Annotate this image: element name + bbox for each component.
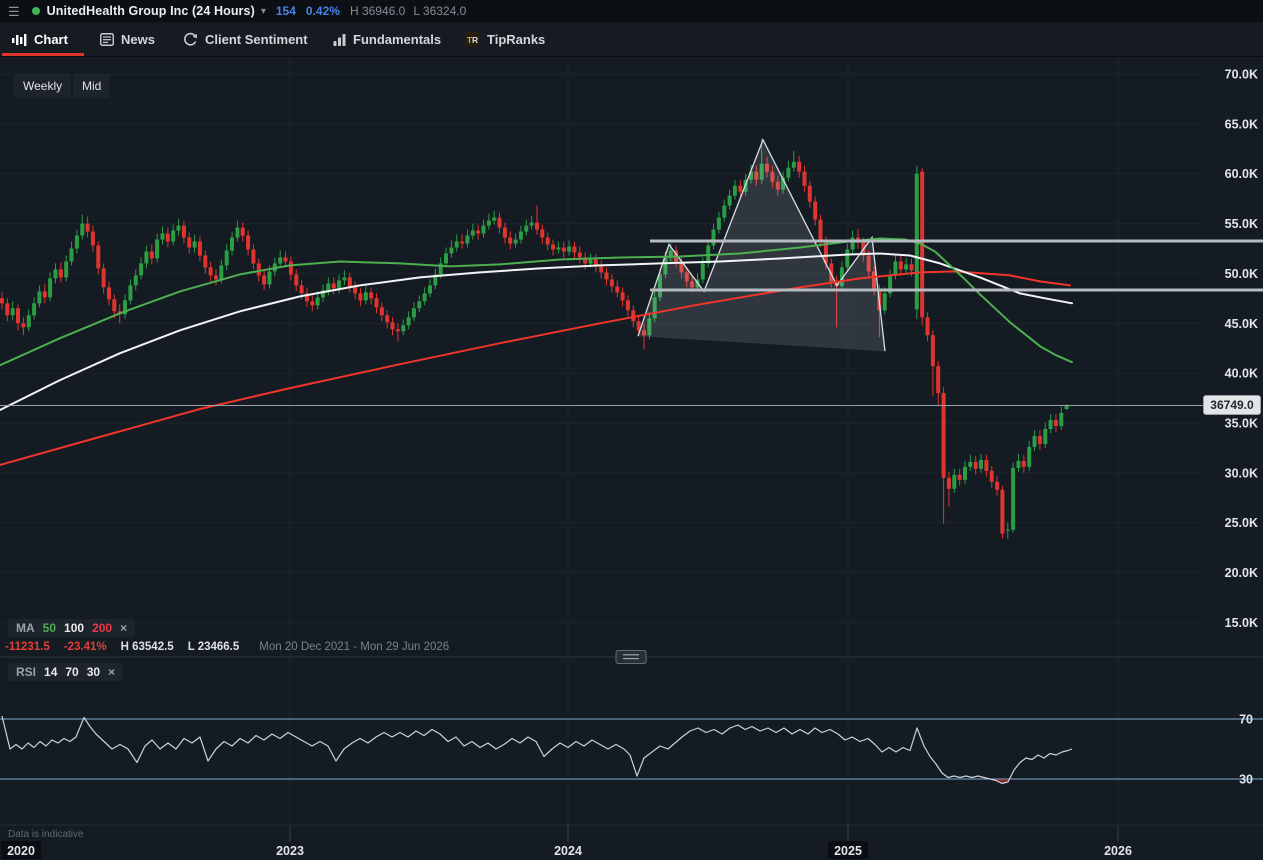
news-icon [100,33,114,46]
svg-text:2020: 2020 [7,844,35,858]
rsi-label: RSI [16,665,36,679]
last-price: 154 [276,4,296,18]
period-change-pct: -23.41% [64,641,107,653]
close-icon[interactable]: × [120,621,127,635]
tab-label: News [121,32,155,47]
instrument-title[interactable]: UnitedHealth Group Inc (24 Hours) [47,4,255,18]
tab-label: Chart [34,32,68,47]
svg-text:70: 70 [1239,713,1253,727]
market-open-dot [32,7,40,15]
svg-text:65.0K: 65.0K [1225,117,1258,131]
close-icon[interactable]: × [108,665,115,679]
current-price-label: 36749.0 [1203,395,1261,415]
svg-text:60.0K: 60.0K [1225,167,1258,181]
svg-text:25.0K: 25.0K [1225,516,1258,530]
tab-fundamentals[interactable]: Fundamentals [333,22,441,57]
price-chart-svg[interactable]: 70.0K 65.0K 60.0K 55.0K 50.0K 45.0K 40.0K 35.0K… [0,57,1263,860]
ma100-param: 100 [64,621,84,635]
svg-text:45.0K: 45.0K [1225,317,1258,331]
svg-text:2025: 2025 [834,844,862,858]
menu-icon[interactable]: ☰ [8,5,20,18]
tab-label: TipRanks [487,32,545,47]
svg-text:2026: 2026 [1104,844,1132,858]
ma-label: MA [16,621,35,635]
rsi-period: 14 [44,665,57,679]
rsi-lower: 30 [87,665,100,679]
date-range: Mon 20 Dec 2021 - Mon 29 Jun 2026 [259,641,449,653]
rsi-upper: 70 [65,665,78,679]
svg-text:15.0K: 15.0K [1225,616,1258,630]
svg-text:40.0K: 40.0K [1225,367,1258,381]
svg-text:20.0K: 20.0K [1225,566,1258,580]
tab-label: Client Sentiment [205,32,308,47]
fundamentals-icon [333,33,346,46]
ma50-param: 50 [43,621,56,635]
period-low: L 23466.5 [188,641,240,653]
tab-news[interactable]: News [100,22,155,57]
rsi-indicator-pill[interactable]: RSI 14 70 30 × [8,663,123,681]
client-sentiment-icon [183,32,198,47]
tab-client-sentiment[interactable]: Client Sentiment [183,22,308,57]
svg-text:30.0K: 30.0K [1225,466,1258,480]
tab-label: Fundamentals [353,32,441,47]
ma-values-row: -11231.5 -23.41% H 63542.5 L 23466.5 Mon… [5,641,449,653]
data-indicative-note: Data is indicative [8,829,84,840]
active-tab-underline [2,53,84,56]
svg-text:30: 30 [1239,773,1253,787]
period-change: -11231.5 [5,641,50,653]
period-high: H 63542.5 [121,641,174,653]
chart-area[interactable]: 70.0K 65.0K 60.0K 55.0K 50.0K 45.0K 40.0K 35.0K… [0,57,1263,860]
top-bar: ☰ UnitedHealth Group Inc (24 Hours) ▾ 15… [0,0,1263,22]
svg-text:55.0K: 55.0K [1225,217,1258,231]
session-high: H 36946.0 [350,4,405,18]
svg-text:50.0K: 50.0K [1225,267,1258,281]
svg-text:70.0K: 70.0K [1225,68,1258,82]
ma-indicator-pill[interactable]: MA 50 100 200 × [8,619,135,637]
svg-text:2024: 2024 [554,844,582,858]
chart-icon [12,33,27,47]
pane-resize-handle[interactable] [616,651,646,664]
interval-weekly-button[interactable]: Weekly [14,74,71,98]
tipranks-icon: TR [465,32,480,47]
svg-text:35.0K: 35.0K [1225,416,1258,430]
tab-chart[interactable]: Chart [12,22,68,57]
ma200-param: 200 [92,621,112,635]
tab-bar: Chart News Client Sentiment Fundamentals… [0,22,1263,57]
change-percent: 0.42% [306,4,340,18]
chevron-down-icon[interactable]: ▾ [261,6,266,17]
price-style-mid-button[interactable]: Mid [73,74,110,98]
svg-text:2023: 2023 [276,844,304,858]
tab-tipranks[interactable]: TR TipRanks [465,22,545,57]
session-low: L 36324.0 [413,4,466,18]
